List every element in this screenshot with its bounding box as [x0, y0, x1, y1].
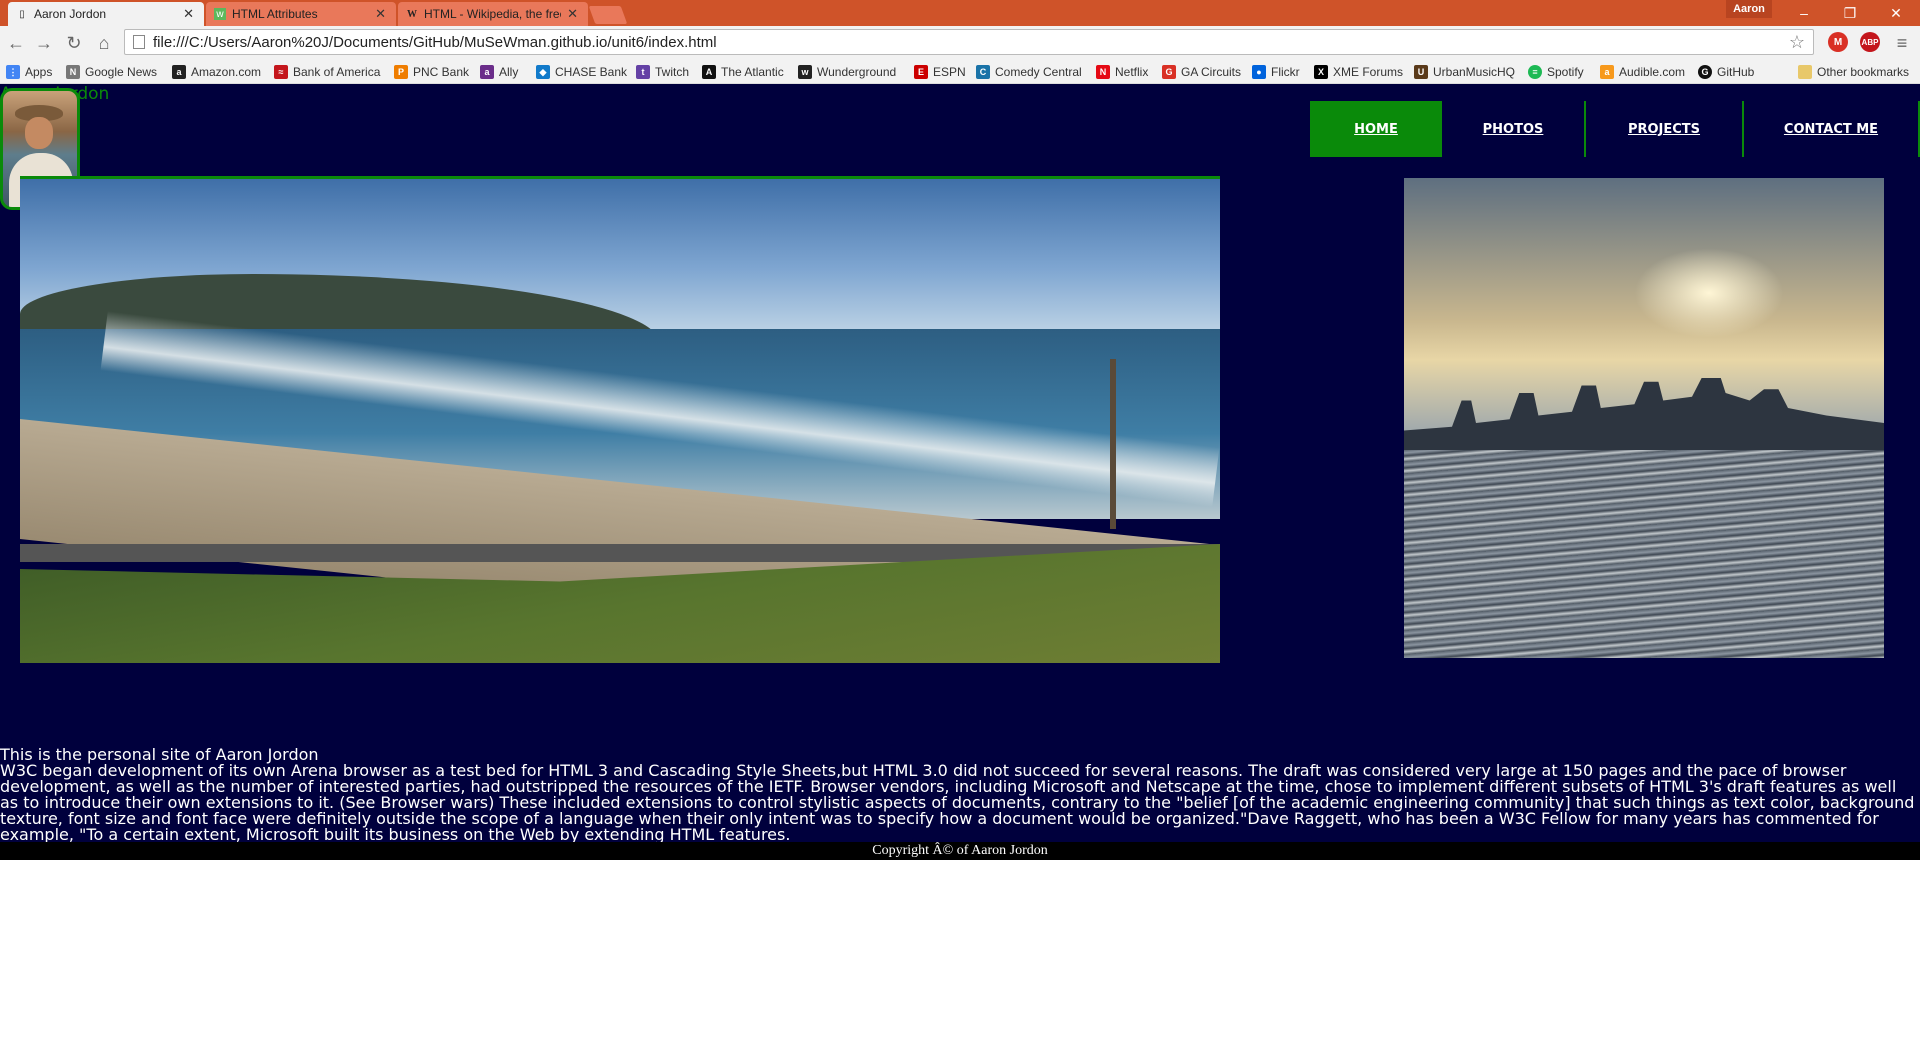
tab-title: Aaron Jordon	[34, 7, 107, 21]
audible-icon: a	[1600, 65, 1614, 79]
address-bar[interactable]: file:///C:/Users/Aaron%20J/Documents/Git…	[124, 29, 1814, 55]
bookmark-pnc-bank[interactable]: P PNC Bank	[394, 63, 469, 81]
bookmark-audible[interactable]: a Audible.com	[1600, 63, 1685, 81]
bookmark-github[interactable]: G GitHub	[1698, 63, 1754, 81]
bookmark-espn[interactable]: E ESPN	[914, 63, 966, 81]
bookmark-xme-forums[interactable]: X XME Forums	[1314, 63, 1403, 81]
nav-projects[interactable]: PROJECTS	[1586, 101, 1744, 157]
wunderground-icon: w	[798, 65, 812, 79]
bookmark-other[interactable]: Other bookmarks	[1798, 63, 1909, 81]
bookmark-star-icon[interactable]: ☆	[1789, 32, 1805, 53]
bookmarks-bar: ⋮ Apps N Google News a Amazon.com ≈ Bank of …	[0, 60, 1920, 84]
xme-icon: X	[1314, 65, 1328, 79]
close-tab-icon[interactable]: ✕	[183, 6, 194, 22]
bookmark-amazon[interactable]: a Amazon.com	[172, 63, 261, 81]
urbanmusichq-icon: U	[1414, 65, 1428, 79]
chase-icon: ◆	[536, 65, 550, 79]
home-icon[interactable]: ⌂	[92, 30, 116, 56]
wikipedia-icon: W	[407, 8, 417, 20]
w3schools-icon: w	[214, 8, 226, 20]
bookmark-bank-of-america[interactable]: ≈ Bank of America	[274, 63, 380, 81]
menu-icon[interactable]: ≡	[1890, 30, 1914, 56]
bookmark-chase[interactable]: ◆ CHASE Bank	[536, 63, 627, 81]
atlantic-icon: A	[702, 65, 716, 79]
city-skyline-photo	[1404, 178, 1884, 658]
browser-toolbar: ← → ↻ ⌂ file:///C:/Users/Aaron%20J/Docum…	[0, 26, 1920, 60]
tab-title: HTML Attributes	[232, 7, 318, 21]
site-nav: HOME PHOTOS PROJECTS CONTACT ME	[1310, 101, 1920, 157]
pnc-icon: P	[394, 65, 408, 79]
bofa-icon: ≈	[274, 65, 288, 79]
back-icon[interactable]: ←	[4, 30, 28, 56]
close-window-button[interactable]: ✕	[1876, 2, 1916, 24]
flickr-icon: ●	[1252, 65, 1266, 79]
bookmark-urbanmusichq[interactable]: U UrbanMusicHQ	[1414, 63, 1515, 81]
folder-icon	[1798, 65, 1812, 79]
bookmark-twitch[interactable]: t Twitch	[636, 63, 689, 81]
apps-grid-icon: ⋮	[6, 65, 20, 79]
forward-icon[interactable]: →	[32, 30, 56, 56]
page-icon: ▯	[19, 8, 25, 20]
amazon-icon: a	[172, 65, 186, 79]
tab-html-attributes[interactable]: w HTML Attributes ✕	[206, 2, 396, 26]
adblock-plus-icon[interactable]: ABP	[1860, 32, 1880, 52]
url-text: file:///C:/Users/Aaron%20J/Documents/Git…	[153, 33, 717, 51]
bookmark-apps[interactable]: ⋮ Apps	[6, 63, 52, 81]
twitch-icon: t	[636, 65, 650, 79]
beach-photo	[20, 176, 1220, 663]
ga-circuits-icon: G	[1162, 65, 1176, 79]
bookmark-ally[interactable]: a Ally	[480, 63, 518, 81]
nav-photos[interactable]: PHOTOS	[1442, 101, 1586, 157]
profile-button[interactable]: Aaron	[1726, 0, 1772, 18]
github-icon: G	[1698, 65, 1712, 79]
new-tab-button[interactable]	[588, 6, 628, 24]
comedy-central-icon: C	[976, 65, 990, 79]
netflix-icon: N	[1096, 65, 1110, 79]
nav-contact-me[interactable]: CONTACT ME	[1744, 101, 1920, 157]
news-icon: N	[66, 65, 80, 79]
espn-icon: E	[914, 65, 928, 79]
reload-icon[interactable]: ↻	[62, 30, 86, 56]
page-icon	[133, 35, 145, 49]
tab-bar: ▯ Aaron Jordon ✕ w HTML Attributes ✕ W H…	[0, 0, 1920, 26]
page-footer: Copyright Â© of Aaron Jordon	[0, 842, 1920, 860]
bookmark-the-atlantic[interactable]: A The Atlantic	[702, 63, 784, 81]
ally-icon: a	[480, 65, 494, 79]
nav-home[interactable]: HOME	[1310, 101, 1442, 157]
bookmark-spotify[interactable]: ≡ Spotify	[1528, 63, 1584, 81]
close-tab-icon[interactable]: ✕	[567, 6, 578, 22]
body-paragraph: W3C began development of its own Arena b…	[0, 761, 1915, 844]
tab-title: HTML - Wikipedia, the free	[424, 7, 562, 21]
bookmark-flickr[interactable]: ● Flickr	[1252, 63, 1300, 81]
bookmark-netflix[interactable]: N Netflix	[1096, 63, 1148, 81]
bookmark-google-news[interactable]: N Google News	[66, 63, 157, 81]
minimize-button[interactable]: –	[1784, 2, 1824, 24]
tab-html-wikipedia[interactable]: W HTML - Wikipedia, the free ✕	[398, 2, 588, 26]
close-tab-icon[interactable]: ✕	[375, 6, 386, 22]
gmail-icon[interactable]: M	[1828, 32, 1848, 52]
bookmark-comedy-central[interactable]: C Comedy Central	[976, 63, 1082, 81]
web-page: Aaron Jordon HOME PHOTOS PROJECTS CONTAC…	[0, 84, 1920, 860]
bookmark-ga-circuits[interactable]: G GA Circuits	[1162, 63, 1241, 81]
spotify-icon: ≡	[1528, 65, 1542, 79]
tab-aaron-jordon[interactable]: ▯ Aaron Jordon ✕	[8, 2, 204, 26]
bookmark-wunderground[interactable]: w Wunderground	[798, 63, 896, 81]
restore-button[interactable]: ❐	[1830, 2, 1870, 24]
